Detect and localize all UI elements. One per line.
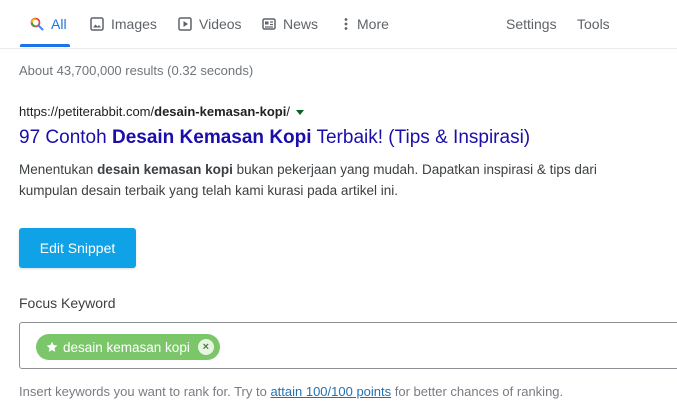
remove-icon[interactable]: × — [197, 339, 214, 355]
result-title-link[interactable]: 97 Contoh Desain Kemasan Kopi Terbaik! (… — [19, 127, 530, 149]
title-post: Terbaik! (Tips & Inspirasi) — [311, 127, 531, 148]
title-pre: 97 Contoh — [19, 127, 112, 148]
search-tabs-bar: All Images Videos News More Settings Too… — [0, 0, 677, 49]
desc-keyword: desain kemasan kopi — [97, 162, 233, 177]
edit-snippet-button[interactable]: Edit Snippet — [19, 228, 136, 268]
tab-images[interactable]: Images — [90, 15, 157, 33]
keyword-chip-label: desain kemasan kopi — [63, 339, 190, 355]
result-url[interactable]: https://petiterabbit.com/desain-kemasan-… — [19, 104, 304, 119]
dropdown-caret-icon[interactable] — [295, 110, 304, 115]
keyword-chip[interactable]: desain kemasan kopi × — [36, 334, 220, 360]
tab-tools-label: Tools — [577, 16, 610, 32]
more-dots-icon — [342, 17, 350, 31]
url-suffix: / — [286, 104, 290, 119]
tab-settings[interactable]: Settings — [506, 15, 557, 33]
search-icon — [30, 17, 44, 31]
tab-settings-label: Settings — [506, 16, 557, 32]
focus-keyword-input[interactable]: desain kemasan kopi × — [19, 322, 677, 369]
tab-news[interactable]: News — [262, 15, 318, 33]
tab-tools[interactable]: Tools — [577, 15, 610, 33]
tab-videos-label: Videos — [199, 16, 242, 32]
play-icon — [178, 17, 192, 31]
focus-keyword-hint: Insert keywords you want to rank for. Tr… — [19, 384, 563, 399]
tab-all[interactable]: All — [30, 15, 67, 33]
active-tab-indicator — [20, 44, 70, 47]
desc-pre: Menentukan — [19, 162, 98, 177]
tab-videos[interactable]: Videos — [178, 15, 242, 33]
hint-post: for better chances of ranking. — [391, 384, 564, 399]
title-keyword: Desain Kemasan Kopi — [111, 127, 312, 148]
news-icon — [262, 17, 276, 31]
tab-all-label: All — [51, 16, 67, 32]
star-icon — [46, 341, 58, 353]
tab-more[interactable]: More — [342, 15, 389, 33]
result-description: Menentukan desain kemasan kopi bukan pek… — [19, 159, 639, 201]
tab-images-label: Images — [111, 16, 157, 32]
tab-more-label: More — [357, 16, 389, 32]
result-stats: About 43,700,000 results (0.32 seconds) — [19, 63, 254, 78]
url-keyword: desain-kemasan-kopi — [154, 104, 287, 119]
image-icon — [90, 17, 104, 31]
hint-pre: Insert keywords you want to rank for. Tr… — [19, 384, 271, 399]
url-prefix: https://petiterabbit.com/ — [19, 104, 155, 119]
focus-keyword-label: Focus Keyword — [19, 295, 116, 311]
attain-points-link[interactable]: attain 100/100 points — [270, 384, 391, 399]
tab-news-label: News — [283, 16, 319, 32]
